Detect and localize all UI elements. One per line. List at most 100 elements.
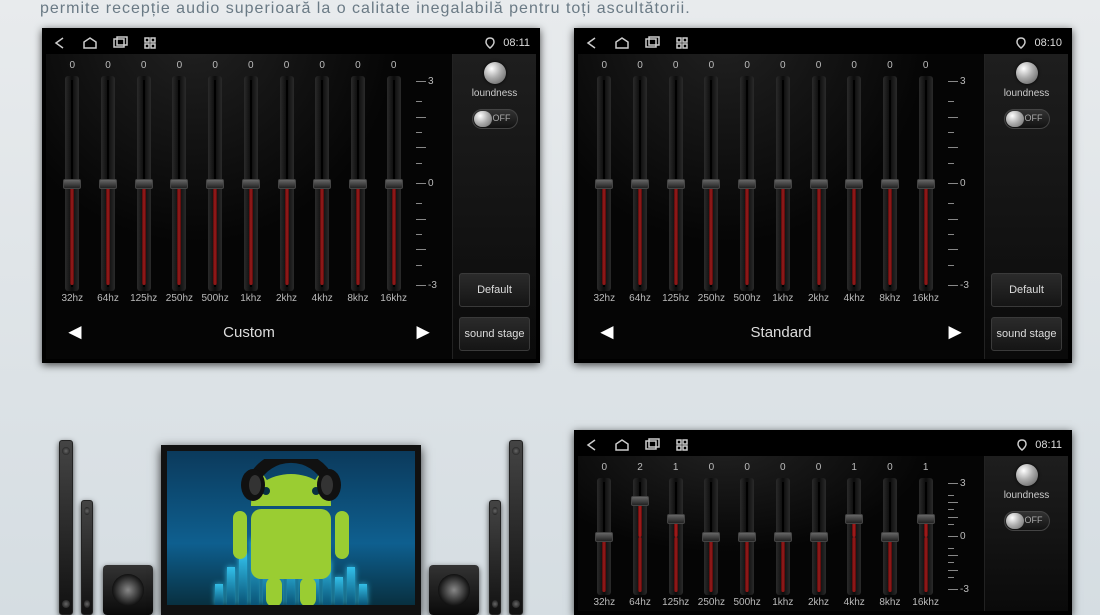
android-mascot-icon — [211, 459, 371, 609]
back-icon[interactable] — [52, 36, 68, 50]
default-button[interactable]: Default — [459, 273, 530, 307]
slider-value: 0 — [887, 462, 893, 476]
slider-band-label: 125hz — [130, 293, 157, 307]
slider-value: 1 — [673, 462, 679, 476]
next-mode-button[interactable]: ► — [412, 319, 434, 345]
eq-slider[interactable]: 01khz — [235, 60, 268, 307]
default-button[interactable]: Default — [991, 273, 1062, 307]
eq-slider[interactable]: 0500hz — [731, 60, 764, 307]
eq-slider[interactable]: 1125hz — [659, 462, 692, 611]
loudness-toggle[interactable]: OFF — [472, 109, 518, 129]
back-icon[interactable] — [584, 438, 600, 452]
eq-slider[interactable]: 264hz — [624, 462, 657, 611]
slider-band-label: 64hz — [629, 293, 651, 307]
back-icon[interactable] — [584, 36, 600, 50]
location-icon — [1016, 37, 1026, 49]
status-clock: 08:11 — [503, 37, 530, 49]
eq-slider[interactable]: 016khz — [909, 60, 942, 307]
eq-slider[interactable]: 016khz — [377, 60, 410, 307]
mode-label: Standard — [751, 324, 812, 341]
next-mode-button[interactable]: ► — [944, 319, 966, 345]
apps-icon[interactable] — [676, 37, 688, 49]
location-icon — [485, 37, 495, 49]
eq-slider[interactable]: 01khz — [767, 462, 800, 611]
eq-slider[interactable]: 0 8khz — [342, 60, 375, 307]
eq-slider[interactable]: 02khz — [802, 60, 835, 307]
eq-slider[interactable]: 0250hz — [695, 60, 728, 307]
slider-band-label: 4khz — [844, 293, 865, 307]
loudness-label: loundness — [1004, 490, 1050, 501]
eq-slider[interactable]: 0 2khz — [270, 60, 303, 307]
eq-sliders[interactable]: 032hz064hz0125hz0250hz0500hz01khz02khz04… — [54, 60, 414, 307]
loudness-knob[interactable] — [1016, 62, 1038, 84]
eq-slider[interactable]: 0125hz — [659, 60, 692, 307]
sound-stage-button[interactable]: sound stage — [459, 317, 530, 351]
slider-band-label: 16khz — [912, 597, 939, 611]
eq-slider[interactable]: 0250hz — [163, 60, 196, 307]
subwoofer-icon — [103, 565, 153, 615]
eq-slider[interactable]: 0500hz — [199, 60, 232, 307]
slider-band-label: 1khz — [772, 293, 793, 307]
loudness-knob[interactable] — [1016, 464, 1038, 486]
slider-band-label: 32hz — [61, 293, 83, 307]
slider-value: 0 — [355, 60, 361, 74]
scale-label: 0 — [960, 531, 966, 542]
android-speakers-illustration — [42, 430, 540, 615]
loudness-knob[interactable] — [484, 62, 506, 84]
eq-slider[interactable]: 14khz — [838, 462, 871, 611]
home-icon[interactable] — [82, 36, 98, 50]
slider-value: 0 — [673, 60, 679, 74]
slider-value: 0 — [284, 60, 290, 74]
apps-icon[interactable] — [144, 37, 156, 49]
home-icon[interactable] — [614, 36, 630, 50]
eq-slider[interactable]: 064hz — [624, 60, 657, 307]
eq-slider[interactable]: 032hz — [588, 60, 621, 307]
eq-slider[interactable]: 0250hz — [695, 462, 728, 611]
slider-band-label: 250hz — [166, 293, 193, 307]
eq-slider[interactable]: 032hz — [588, 462, 621, 611]
recent-icon[interactable] — [644, 36, 662, 50]
eq-slider[interactable]: 08khz — [874, 462, 907, 611]
status-clock: 08:10 — [1034, 37, 1062, 49]
eq-panel-standard: 08:10 032hz064hz0125hz0250hz0500hz01khz0… — [574, 28, 1072, 363]
mode-label: Custom — [223, 324, 275, 341]
slider-value: 0 — [744, 60, 750, 74]
eq-slider[interactable]: 0500hz — [731, 462, 764, 611]
eq-slider[interactable]: 04khz — [838, 60, 871, 307]
eq-slider[interactable]: 116khz — [909, 462, 942, 611]
sound-stage-button[interactable]: sound stage — [991, 317, 1062, 351]
loudness-toggle[interactable]: OFF — [1004, 109, 1050, 129]
eq-slider[interactable]: 02khz — [802, 462, 835, 611]
slider-value: 0 — [70, 60, 76, 74]
recent-icon[interactable] — [644, 438, 662, 452]
slider-band-label: 1khz — [240, 293, 261, 307]
slider-band-label: 32hz — [593, 597, 615, 611]
slider-value: 0 — [602, 60, 608, 74]
slider-band-label: 2khz — [276, 293, 297, 307]
eq-slider[interactable]: 08khz — [874, 60, 907, 307]
eq-slider[interactable]: 0125hz — [127, 60, 160, 307]
eq-sliders[interactable]: 032hz264hz1125hz0250hz0500hz01khz02khz14… — [586, 462, 946, 611]
page-header-text: permite recepție audio superioară la o c… — [40, 0, 1060, 18]
location-icon — [1017, 439, 1027, 451]
prev-mode-button[interactable]: ◄ — [64, 319, 86, 345]
apps-icon[interactable] — [676, 439, 688, 451]
home-icon[interactable] — [614, 438, 630, 452]
slider-band-label: 8khz — [347, 293, 368, 307]
eq-slider[interactable]: 0 32hz — [56, 60, 89, 307]
scale-label: 0 — [428, 178, 434, 189]
eq-scale: 30-3 — [948, 462, 976, 611]
loudness-toggle[interactable]: OFF — [1004, 511, 1050, 531]
eq-slider[interactable]: 064hz — [92, 60, 125, 307]
eq-slider[interactable]: 01khz — [767, 60, 800, 307]
eq-slider[interactable]: 04khz — [306, 60, 339, 307]
recent-icon[interactable] — [112, 36, 130, 50]
prev-mode-button[interactable]: ◄ — [596, 319, 618, 345]
slider-band-label: 64hz — [97, 293, 119, 307]
eq-sliders[interactable]: 032hz064hz0125hz0250hz0500hz01khz02khz04… — [586, 60, 946, 307]
scale-label: -3 — [428, 280, 437, 291]
android-nav-bar: 08:10 — [578, 32, 1068, 54]
scale-label: -3 — [960, 584, 969, 595]
speaker-icon — [489, 500, 501, 615]
eq-scale: 30-3 — [416, 60, 444, 307]
